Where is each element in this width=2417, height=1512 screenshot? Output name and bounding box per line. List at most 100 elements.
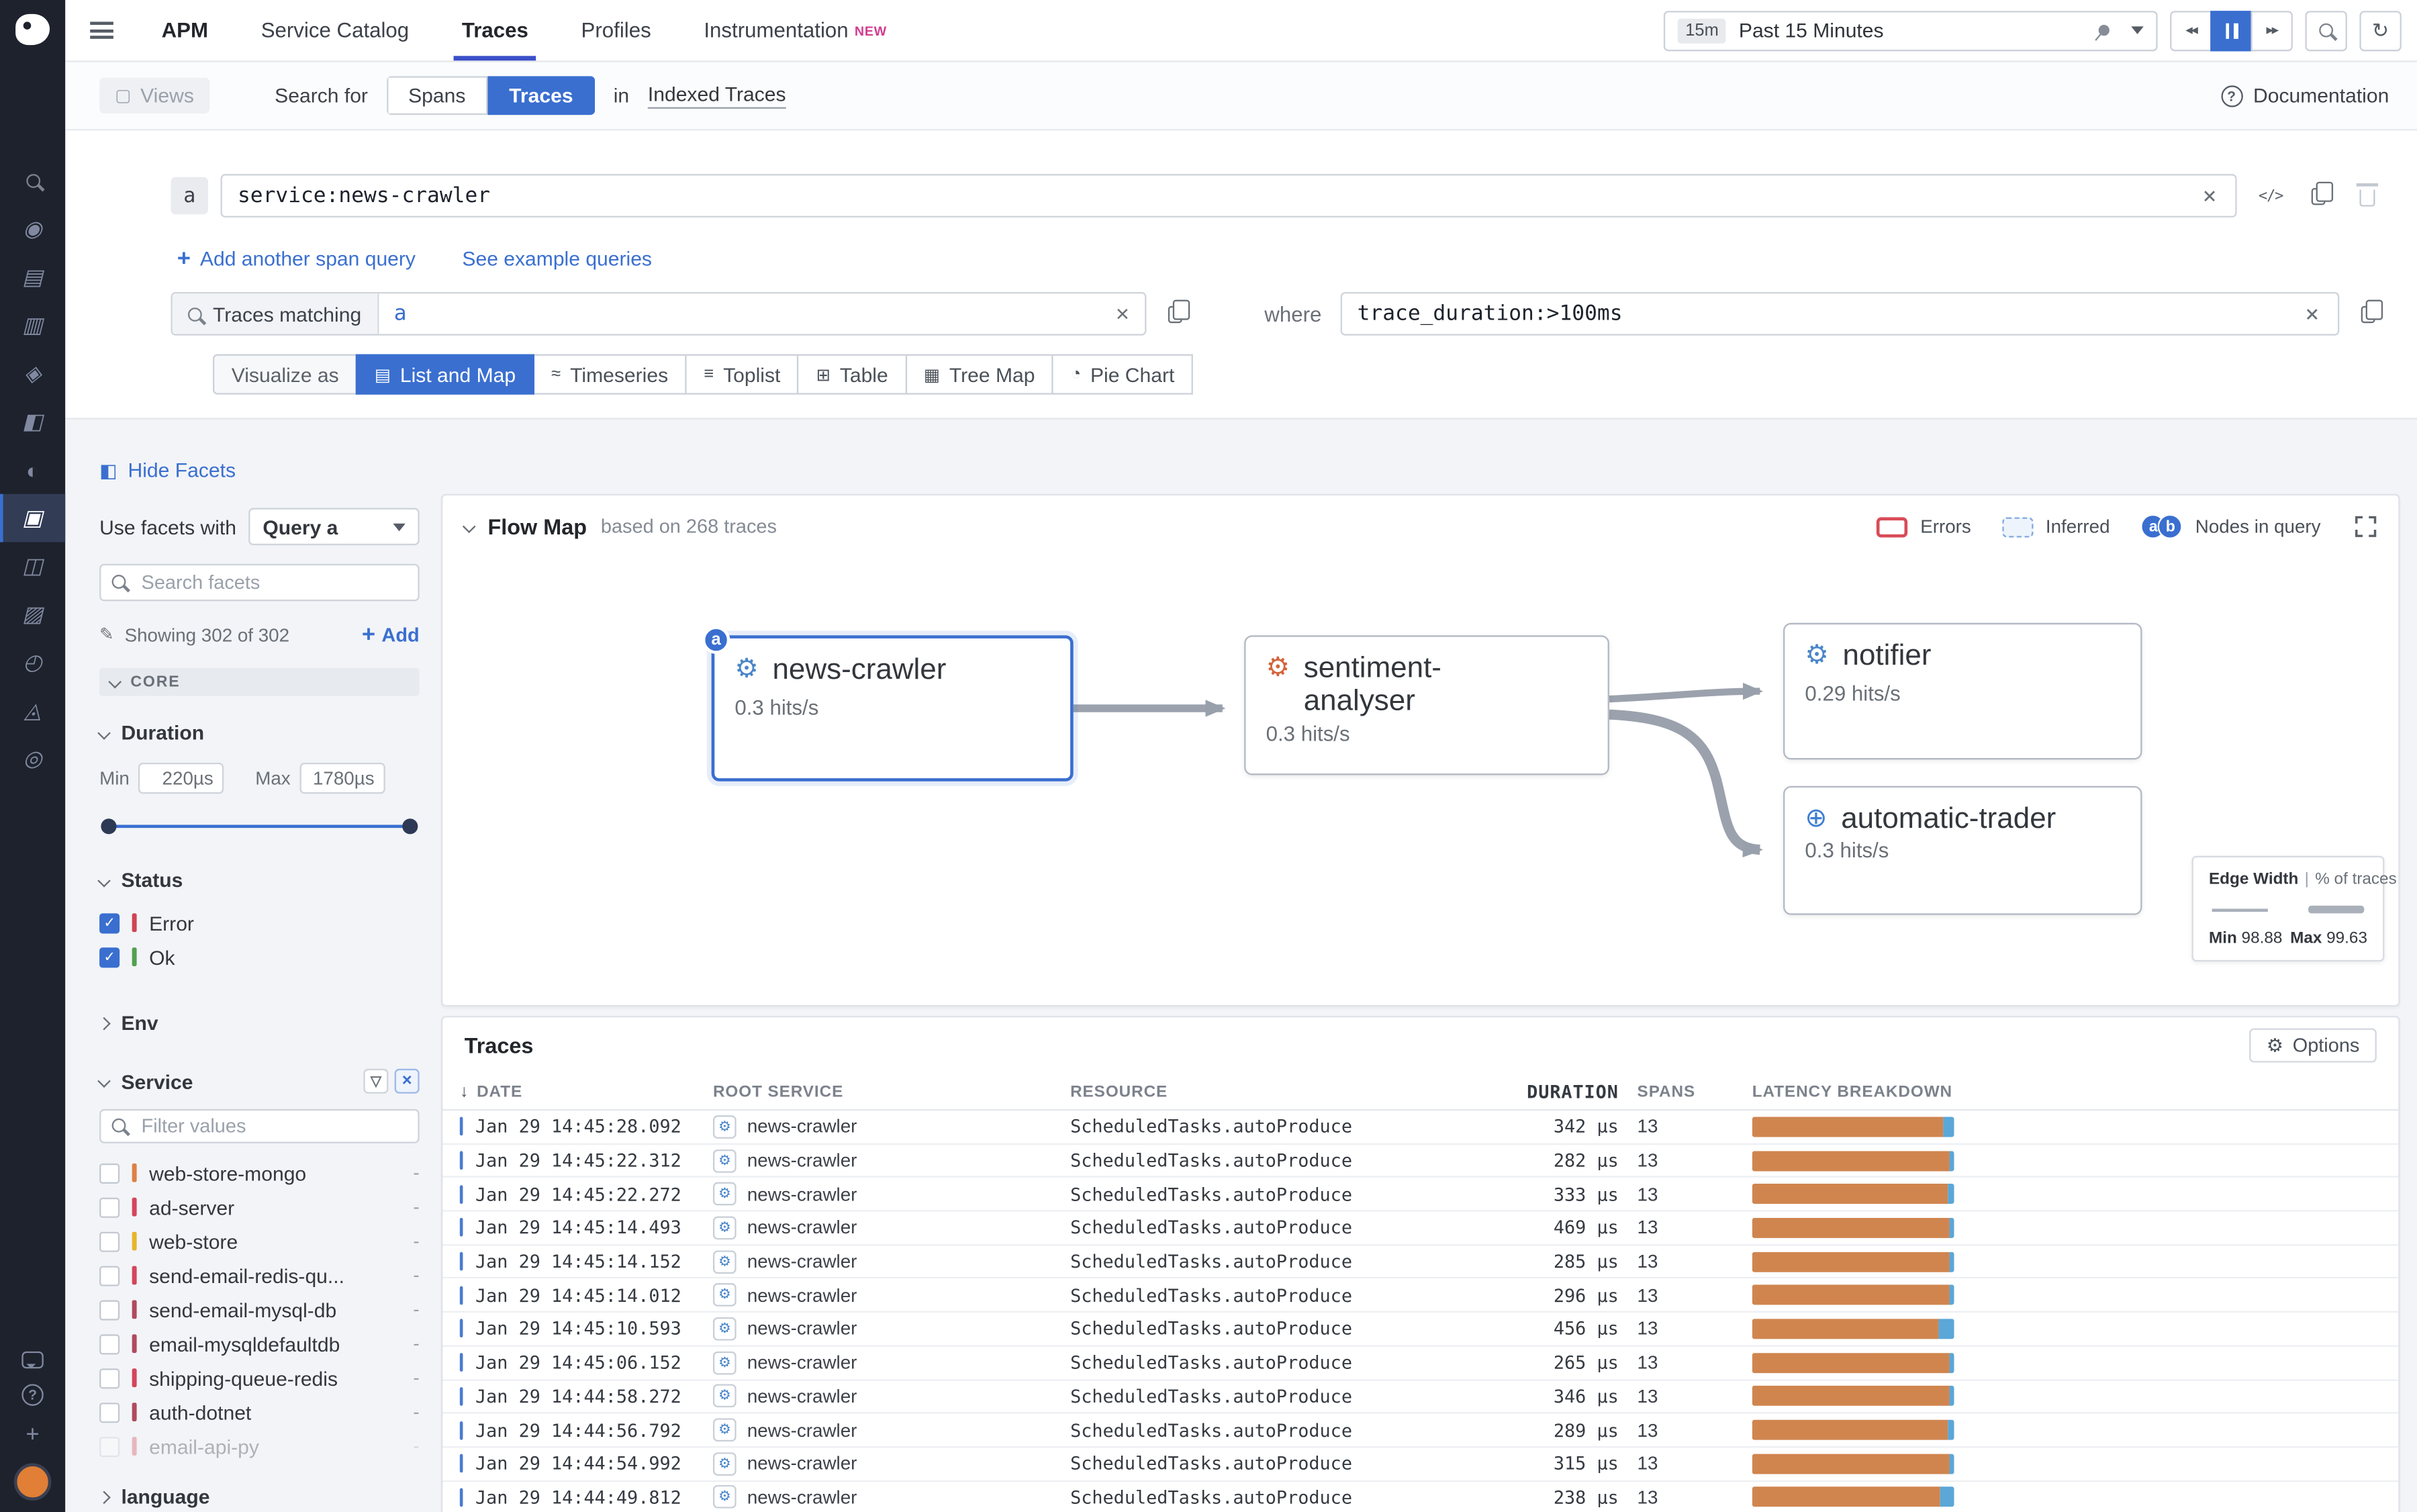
visualize-option[interactable]: ⊞ Table (798, 355, 907, 395)
skip-forward-button[interactable]: ▸▸ (2250, 10, 2292, 50)
table-row[interactable]: Jan 29 14:44:56.792 ⚙news-crawler Schedu… (442, 1414, 2398, 1448)
table-row[interactable]: Jan 29 14:44:54.992 ⚙news-crawler Schedu… (442, 1448, 2398, 1481)
toggle-spans[interactable]: Spans (387, 76, 487, 115)
where-input[interactable]: trace_duration:>100ms × (1340, 292, 2339, 336)
checkbox[interactable] (99, 1265, 120, 1285)
table-row[interactable]: Jan 29 14:45:22.312 ⚙news-crawler Schedu… (442, 1144, 2398, 1178)
column-resource[interactable]: RESOURCE (1070, 1082, 1519, 1100)
facet-duration-header[interactable]: Duration (99, 721, 420, 745)
facet-service-header[interactable]: Service ▽ × (99, 1069, 420, 1094)
duration-min-input[interactable] (139, 763, 224, 794)
watchdog-icon[interactable]: ◉ (0, 205, 65, 253)
metrics-icon[interactable]: ▥ (0, 301, 65, 350)
status-option[interactable]: ✓ Error (99, 906, 420, 940)
traces-icon[interactable]: ▣ (0, 494, 65, 542)
table-row[interactable]: Jan 29 14:45:14.012 ⚙news-crawler Schedu… (442, 1279, 2398, 1313)
visualize-option[interactable]: ≈ Timeseries (533, 355, 687, 395)
chevron-down-icon[interactable] (2131, 26, 2144, 34)
service-option[interactable]: auth-dotnet - (99, 1395, 420, 1429)
add-span-query-link[interactable]: + Add another span query (177, 246, 416, 272)
node-news-crawler[interactable]: a ⚙ news-crawler 0.3 hits/s (712, 635, 1074, 781)
table-row[interactable]: Jan 29 14:44:58.272 ⚙news-crawler Schedu… (442, 1380, 2398, 1414)
apm-icon[interactable]: ◧ (0, 397, 65, 446)
table-row[interactable]: Jan 29 14:45:14.152 ⚙news-crawler Schedu… (442, 1245, 2398, 1279)
search-icon[interactable] (0, 157, 65, 205)
duration-slider[interactable] (107, 818, 412, 834)
visualize-option[interactable]: ≡ Toplist (685, 355, 800, 395)
options-button[interactable]: ⚙ Options (2249, 1029, 2376, 1063)
node-sentiment-analyser[interactable]: ⚙ sentiment-analyser 0.3 hits/s (1244, 635, 1609, 775)
checkbox[interactable] (99, 1197, 120, 1217)
slider-handle-min[interactable] (101, 818, 116, 834)
table-row[interactable]: Jan 29 14:45:14.493 ⚙news-crawler Schedu… (442, 1212, 2398, 1245)
status-option[interactable]: ✓ Ok (99, 940, 420, 974)
facet-status-header[interactable]: Status (99, 868, 420, 892)
facet-language-header[interactable]: language (99, 1485, 420, 1509)
notebooks-icon[interactable]: ▨ (0, 590, 65, 639)
filter-values-input[interactable] (99, 1109, 420, 1143)
service-option[interactable]: email-mysqldefaultdb - (99, 1327, 420, 1361)
checkbox[interactable] (99, 1333, 120, 1354)
node-automatic-trader[interactable]: ⊕ automatic-trader 0.3 hits/s (1783, 786, 2142, 915)
service-option[interactable]: ad-server - (99, 1190, 420, 1224)
nav-item[interactable]: Traces (436, 0, 555, 60)
synthetics-icon[interactable]: ◴ (0, 639, 65, 687)
column-latency[interactable]: LATENCY BREAKDOWN (1735, 1082, 2398, 1100)
skip-back-button[interactable]: ◂◂ (2170, 10, 2212, 50)
copy-matching-button[interactable] (1155, 295, 1193, 333)
copy-query-button[interactable] (2299, 177, 2336, 215)
service-option[interactable]: web-store - (99, 1224, 420, 1258)
service-option[interactable]: shipping-queue-redis - (99, 1361, 420, 1395)
nav-item[interactable]: Service Catalog (234, 0, 435, 60)
copy-where-button[interactable] (2349, 295, 2386, 333)
views-button[interactable]: ▢ Views (99, 78, 209, 113)
refresh-button[interactable]: ↻ (2359, 10, 2401, 50)
service-option[interactable]: send-email-redis-qu... - (99, 1258, 420, 1292)
visualize-option[interactable]: ▤ List and Map (356, 355, 534, 395)
slider-handle-max[interactable] (402, 818, 418, 834)
checkbox[interactable] (99, 1163, 120, 1183)
table-row[interactable]: Jan 29 14:45:28.092 ⚙news-crawler Schedu… (442, 1111, 2398, 1144)
clear-where-icon[interactable]: × (2302, 302, 2322, 326)
infrastructure-icon[interactable]: ▤ (0, 253, 65, 301)
pin-icon[interactable] (2096, 23, 2112, 38)
column-root-service[interactable]: ROOT SERVICE (713, 1082, 1070, 1100)
checkbox-checked[interactable]: ✓ (99, 912, 120, 933)
table-row[interactable]: Jan 29 14:44:49.812 ⚙news-crawler Schedu… (442, 1481, 2398, 1512)
integrations-icon[interactable]: ◈ (0, 350, 65, 398)
toggle-traces[interactable]: Traces (487, 76, 595, 115)
clear-facet-filter-icon[interactable]: × (395, 1069, 420, 1094)
facet-env-header[interactable]: Env (99, 1011, 420, 1035)
search-facets-input[interactable] (99, 564, 420, 602)
clear-matching-icon[interactable]: × (1112, 302, 1133, 326)
nav-item[interactable]: Profiles (555, 0, 677, 60)
clear-query-icon[interactable]: × (2199, 184, 2220, 207)
invite-icon[interactable]: + (26, 1421, 39, 1447)
chat-icon[interactable] (21, 1351, 43, 1368)
help-icon[interactable]: ? (21, 1384, 43, 1405)
column-duration[interactable]: DURATION (1519, 1080, 1619, 1102)
ci-visibility-icon[interactable]: ◐ (0, 446, 65, 494)
security-icon[interactable]: ◬ (0, 687, 65, 735)
nav-item[interactable]: InstrumentationNEW (677, 0, 913, 60)
checkbox[interactable] (99, 1299, 120, 1319)
duration-max-input[interactable] (300, 763, 385, 794)
service-option[interactable]: email-api-py - (99, 1429, 420, 1464)
core-section-header[interactable]: CORE (99, 668, 420, 696)
service-map-icon[interactable]: ◫ (0, 542, 65, 590)
datadog-logo[interactable] (15, 14, 50, 45)
node-notifier[interactable]: ⚙ notifier 0.29 hits/s (1783, 623, 2142, 760)
service-option[interactable]: send-email-mysql-db - (99, 1292, 420, 1327)
menu-icon[interactable] (90, 21, 113, 38)
table-row[interactable]: Jan 29 14:45:10.593 ⚙news-crawler Schedu… (442, 1313, 2398, 1346)
table-row[interactable]: Jan 29 14:45:22.272 ⚙news-crawler Schedu… (442, 1178, 2398, 1212)
delete-query-button[interactable] (2349, 177, 2386, 215)
visualize-option[interactable]: ◔ Pie Chart (1052, 355, 1193, 395)
filter-facet-icon[interactable]: ▽ (363, 1069, 388, 1094)
checkbox[interactable] (99, 1402, 120, 1422)
table-row[interactable]: Jan 29 14:45:06.152 ⚙news-crawler Schedu… (442, 1346, 2398, 1380)
column-date[interactable]: ↓DATE (460, 1082, 713, 1100)
indexed-traces-link[interactable]: Indexed Traces (648, 83, 786, 109)
pause-button[interactable] (2210, 10, 2252, 50)
checkbox-checked[interactable]: ✓ (99, 947, 120, 967)
